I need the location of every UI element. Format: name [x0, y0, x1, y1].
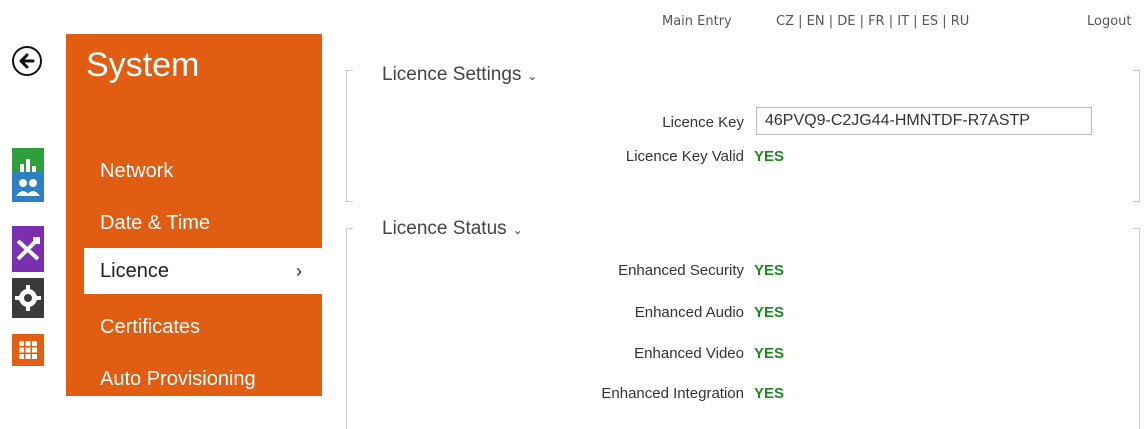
menu-title: System	[86, 46, 200, 84]
services-nav-button[interactable]	[12, 278, 44, 318]
users-icon	[16, 179, 40, 196]
gear-icon	[15, 285, 41, 311]
menu-item-network[interactable]: Network	[84, 148, 322, 194]
back-button[interactable]	[12, 46, 42, 76]
licence-key-valid-value: YES	[754, 148, 785, 165]
main-entry-link[interactable]: Main Entry	[662, 14, 732, 29]
licence-settings-section: Licence Settings ⌄ Licence Key Licence Ke…	[346, 60, 1140, 202]
enhanced-audio-value: YES	[754, 304, 785, 321]
language-selector[interactable]: CZ | EN | DE | FR | IT | ES | RU	[776, 14, 969, 29]
enhanced-video-value: YES	[754, 345, 785, 362]
section-frame-left	[346, 70, 353, 202]
system-menu: System Network Date & Time Licence › Cer…	[66, 34, 322, 396]
enhanced-video-label: Enhanced Video	[634, 345, 744, 362]
tools-icon	[16, 237, 40, 261]
menu-item-auto-provisioning[interactable]: Auto Provisioning	[84, 356, 322, 402]
system-nav-button[interactable]	[12, 334, 44, 366]
menu-item-label: Date & Time	[100, 211, 211, 234]
enhanced-security-label: Enhanced Security	[618, 262, 744, 279]
section-frame-right	[1133, 228, 1140, 429]
hardware-nav-button[interactable]	[12, 226, 44, 272]
section-title: Licence Settings	[382, 64, 522, 85]
section-frame-right	[1133, 70, 1140, 202]
top-bar: Main Entry CZ | EN | DE | FR | IT | ES |…	[0, 14, 1146, 34]
licence-settings-header[interactable]: Licence Settings ⌄	[382, 64, 537, 86]
section-title: Licence Status	[382, 218, 507, 239]
licence-status-header[interactable]: Licence Status ⌄	[382, 218, 523, 240]
status-chart-icon	[20, 159, 36, 172]
enhanced-integration-label: Enhanced Integration	[601, 385, 744, 402]
directory-nav-button[interactable]	[12, 172, 44, 202]
enhanced-integration-value: YES	[754, 385, 785, 402]
menu-item-certificates[interactable]: Certificates	[84, 304, 322, 350]
back-arrow-icon	[19, 53, 35, 69]
enhanced-security-value: YES	[754, 262, 785, 279]
menu-item-label: Network	[100, 159, 174, 182]
menu-item-label: Auto Provisioning	[100, 367, 256, 390]
licence-status-section: Licence Status ⌄ Enhanced Security YES En…	[346, 216, 1140, 429]
chevron-down-icon: ⌄	[512, 223, 523, 237]
menu-item-date-time[interactable]: Date & Time	[84, 200, 322, 246]
licence-key-label: Licence Key	[662, 114, 744, 131]
menu-item-licence[interactable]: Licence ›	[84, 248, 322, 294]
chevron-down-icon: ⌄	[527, 69, 538, 83]
grid-icon	[19, 341, 37, 359]
menu-item-label: Certificates	[100, 315, 201, 338]
enhanced-audio-label: Enhanced Audio	[634, 304, 744, 321]
chevron-right-icon: ›	[296, 260, 302, 281]
licence-key-valid-label: Licence Key Valid	[625, 148, 744, 165]
licence-key-input[interactable]	[756, 107, 1092, 135]
logout-link[interactable]: Logout	[1087, 14, 1132, 29]
menu-item-label: Licence	[100, 259, 169, 282]
